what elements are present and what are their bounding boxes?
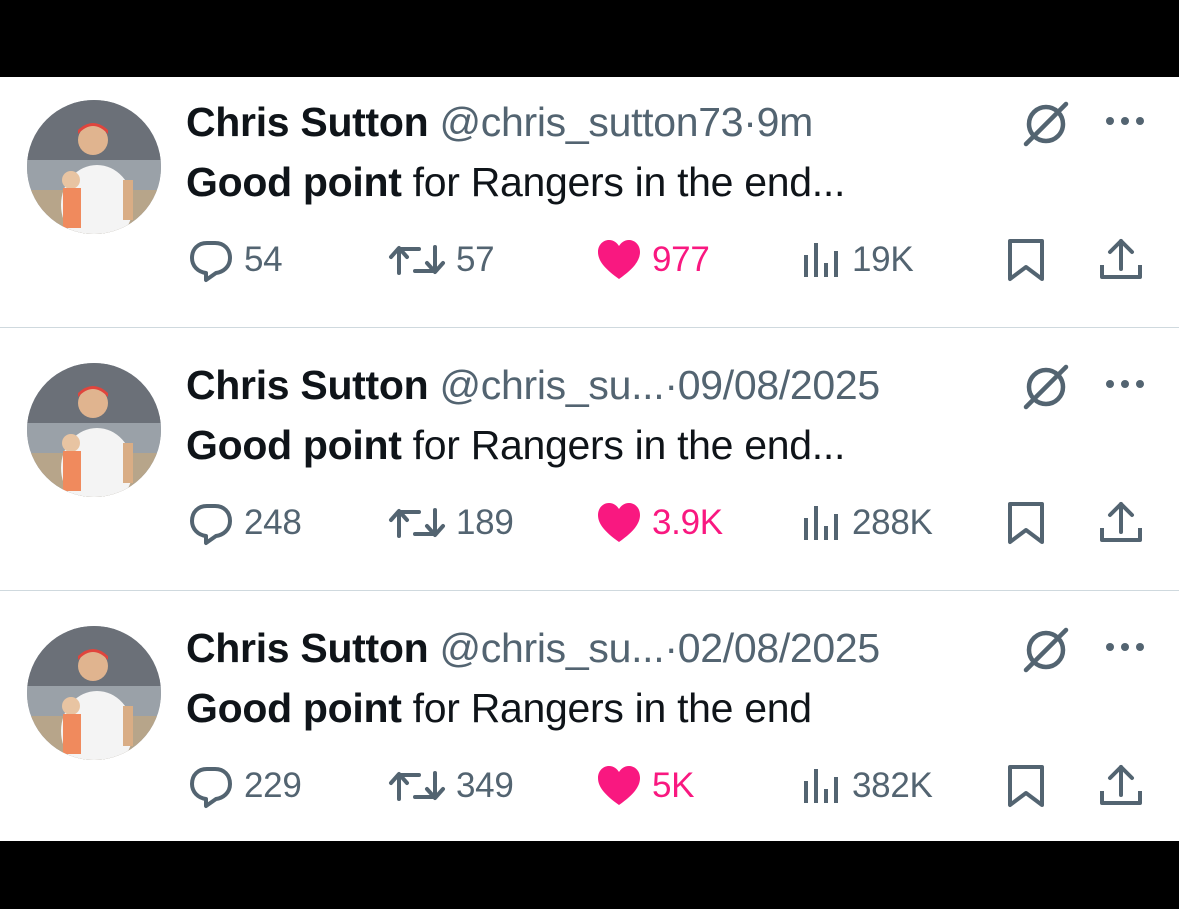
like-count: 5K <box>652 766 695 805</box>
tweet-header: Chris Sutton @chris_sutton73·9m <box>186 97 813 147</box>
retweet-icon <box>389 771 445 801</box>
reply-count: 248 <box>244 503 302 542</box>
tweet-feed: Chris Sutton @chris_sutton73·9m Good poi… <box>0 77 1179 841</box>
views-button[interactable]: 382K <box>802 763 933 809</box>
reply-count: 54 <box>244 240 283 279</box>
views-count: 288K <box>852 503 933 542</box>
reply-icon <box>190 504 232 545</box>
retweet-count: 349 <box>456 766 514 805</box>
share-button[interactable] <box>1098 763 1144 809</box>
bookmark-button[interactable] <box>1006 237 1046 283</box>
tweet-text-bold: Good point <box>186 422 402 468</box>
tweet[interactable]: Chris Sutton @chris_su...·02/08/2025 Goo… <box>0 603 1179 865</box>
retweet-button[interactable]: 57 <box>388 237 495 283</box>
author-handle[interactable]: @chris_su... <box>439 625 664 671</box>
tweet-text[interactable]: Good point for Rangers in the end... <box>186 420 845 470</box>
tweet-header: Chris Sutton @chris_su...·09/08/2025 <box>186 360 880 410</box>
more-icon[interactable] <box>1102 639 1148 655</box>
views-icon <box>804 506 838 540</box>
tweet-time[interactable]: 09/08/2025 <box>678 362 881 408</box>
author-name[interactable]: Chris Sutton <box>186 625 429 671</box>
heart-icon <box>598 240 640 279</box>
retweet-count: 57 <box>456 240 495 279</box>
like-button[interactable]: 5K <box>596 763 695 809</box>
tweet[interactable]: Chris Sutton @chris_sutton73·9m Good poi… <box>0 77 1179 339</box>
author-name[interactable]: Chris Sutton <box>186 362 429 408</box>
author-handle[interactable]: @chris_sutton73 <box>439 99 743 145</box>
tweet-text-rest: for Rangers in the end... <box>401 422 846 468</box>
tweet-divider <box>0 590 1179 591</box>
reply-button[interactable]: 229 <box>188 763 302 809</box>
bookmark-icon <box>1008 765 1044 807</box>
separator-dot: · <box>664 362 678 408</box>
share-button[interactable] <box>1098 237 1144 283</box>
tweet[interactable]: Chris Sutton @chris_su...·09/08/2025 Goo… <box>0 340 1179 602</box>
more-icon[interactable] <box>1102 113 1148 129</box>
retweet-button[interactable]: 189 <box>388 500 514 546</box>
like-count: 977 <box>652 240 710 279</box>
tweet-text-rest: for Rangers in the end <box>401 685 812 731</box>
author-handle[interactable]: @chris_su... <box>439 362 664 408</box>
tweet-time[interactable]: 9m <box>757 99 814 145</box>
heart-icon <box>598 503 640 542</box>
heart-icon <box>598 766 640 805</box>
top-black-bar <box>0 0 1179 77</box>
retweet-icon <box>389 245 445 275</box>
share-icon <box>1100 765 1142 805</box>
retweet-button[interactable]: 349 <box>388 763 514 809</box>
share-icon <box>1100 239 1142 279</box>
retweet-count: 189 <box>456 503 514 542</box>
bookmark-button[interactable] <box>1006 500 1046 546</box>
separator-dot: · <box>743 99 757 145</box>
views-button[interactable]: 288K <box>802 500 933 546</box>
separator-dot: · <box>664 625 678 671</box>
more-icon[interactable] <box>1102 376 1148 392</box>
bookmark-icon <box>1008 239 1044 281</box>
author-name[interactable]: Chris Sutton <box>186 99 429 145</box>
bookmark-icon <box>1008 502 1044 544</box>
share-icon <box>1100 502 1142 542</box>
share-button[interactable] <box>1098 500 1144 546</box>
reply-icon <box>190 241 232 282</box>
tweet-text-bold: Good point <box>186 685 402 731</box>
tweet-time[interactable]: 02/08/2025 <box>678 625 881 671</box>
retweet-icon <box>389 508 445 538</box>
views-icon <box>804 243 838 277</box>
reply-icon <box>190 767 232 808</box>
like-count: 3.9K <box>652 503 723 542</box>
tweet-divider <box>0 327 1179 328</box>
like-button[interactable]: 3.9K <box>596 500 723 546</box>
views-button[interactable]: 19K <box>802 237 914 283</box>
views-icon <box>804 769 838 803</box>
reply-count: 229 <box>244 766 302 805</box>
avatar[interactable] <box>27 363 161 497</box>
tweet-text[interactable]: Good point for Rangers in the end <box>186 683 812 733</box>
avatar[interactable] <box>27 626 161 760</box>
bookmark-button[interactable] <box>1006 763 1046 809</box>
grok-icon[interactable] <box>1020 98 1072 150</box>
tweet-text[interactable]: Good point for Rangers in the end... <box>186 157 845 207</box>
tweet-text-bold: Good point <box>186 159 402 205</box>
tweet-text-rest: for Rangers in the end... <box>401 159 846 205</box>
tweet-header: Chris Sutton @chris_su...·02/08/2025 <box>186 623 880 673</box>
grok-icon[interactable] <box>1020 624 1072 676</box>
grok-icon[interactable] <box>1020 361 1072 413</box>
reply-button[interactable]: 248 <box>188 500 302 546</box>
avatar[interactable] <box>27 100 161 234</box>
like-button[interactable]: 977 <box>596 237 710 283</box>
reply-button[interactable]: 54 <box>188 237 283 283</box>
bottom-black-bar <box>0 841 1179 909</box>
views-count: 19K <box>852 240 914 279</box>
views-count: 382K <box>852 766 933 805</box>
